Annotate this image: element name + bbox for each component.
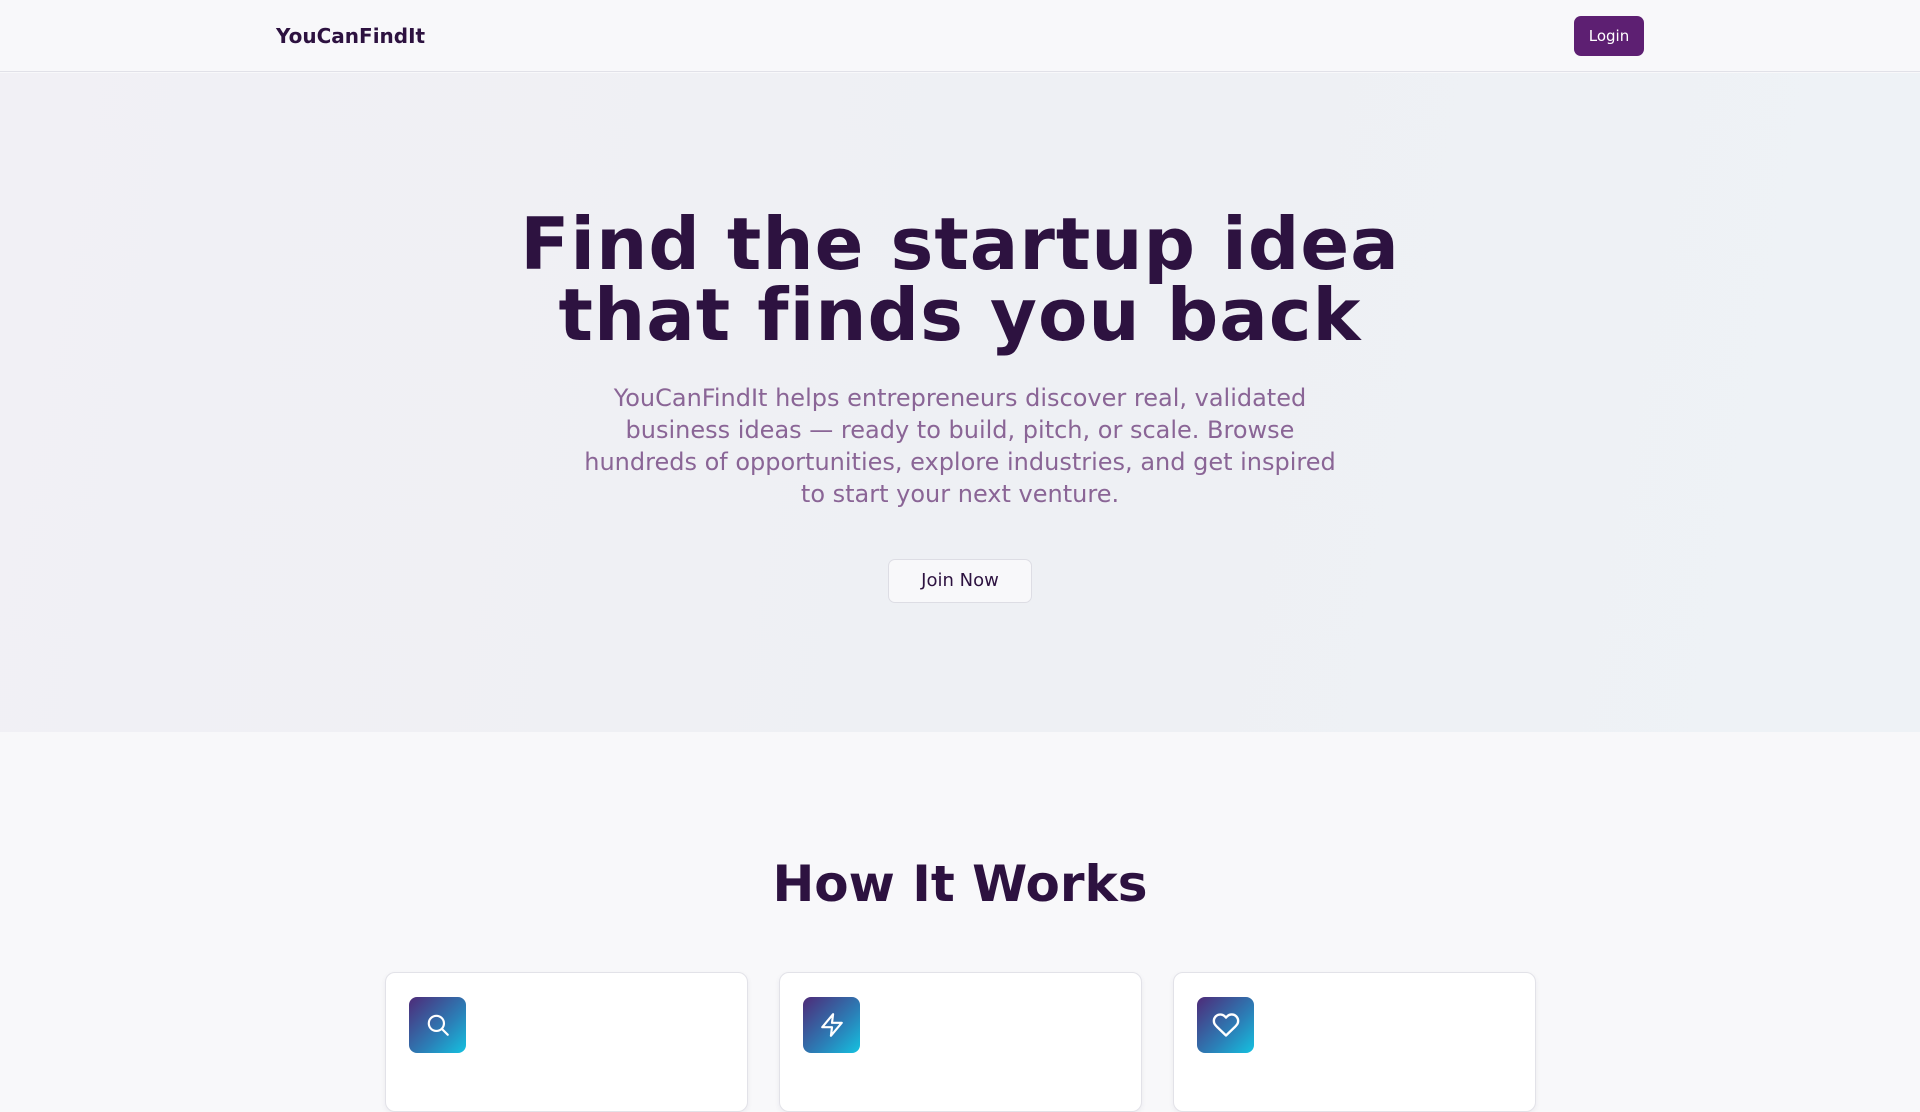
hero-section: Find the startup idea that finds you bac… [0, 73, 1920, 732]
hero-title-line-2: that finds you back [558, 273, 1362, 357]
login-button[interactable]: Login [1574, 16, 1644, 56]
top-navigation-bar: YouCanFindIt Login [0, 0, 1920, 72]
join-now-button[interactable]: Join Now [888, 559, 1032, 603]
search-icon [409, 997, 466, 1053]
heart-icon [1197, 997, 1254, 1053]
section-title: How It Works [772, 855, 1148, 913]
how-it-works-card-lightning [779, 972, 1142, 1112]
hero-title-line-1: Find the startup idea [520, 202, 1400, 286]
lightning-icon [803, 997, 860, 1053]
brand-logo[interactable]: YouCanFindIt [276, 22, 425, 50]
hero-title: Find the startup idea that finds you bac… [460, 202, 1460, 357]
how-it-works-card-heart [1173, 972, 1536, 1112]
hero-subtitle: YouCanFindIt helps entrepreneurs discove… [584, 384, 1336, 508]
how-it-works-card-search [385, 972, 748, 1112]
